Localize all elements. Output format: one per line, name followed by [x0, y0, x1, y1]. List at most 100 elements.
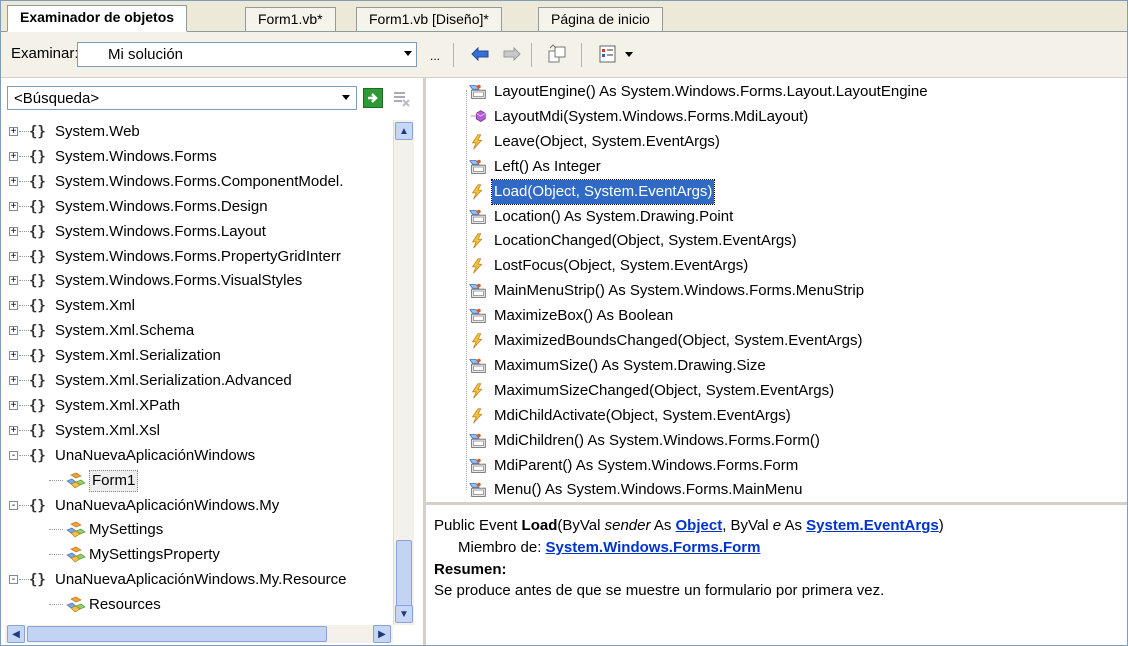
- link-eventargs[interactable]: EventArgs: [864, 517, 939, 534]
- description-pane: Public Event Load(ByVal sender As Object…: [426, 505, 1127, 645]
- link-windows[interactable]: Windows: [603, 539, 669, 556]
- link-form[interactable]: Form: [723, 539, 761, 556]
- tree-item-class[interactable]: MySettingsProperty: [5, 543, 393, 567]
- clear-search-button[interactable]: [391, 88, 411, 108]
- tree-item-namespace[interactable]: + {} System.Xml: [5, 294, 393, 318]
- tab-form1-code[interactable]: Form1.vb*: [245, 7, 336, 31]
- tree-line: [19, 305, 29, 306]
- sig-param-e: e: [772, 517, 782, 534]
- namespace-icon: {}: [29, 224, 46, 240]
- back-button[interactable]: [469, 43, 491, 65]
- search-input[interactable]: <Búsqueda>: [7, 86, 357, 110]
- link-system[interactable]: System: [806, 517, 859, 534]
- tree-line: [19, 280, 29, 281]
- member-label: LostFocus(Object, System.EventArgs): [494, 257, 749, 274]
- sig-open: (ByVal: [557, 517, 605, 534]
- expand-icon[interactable]: +: [9, 252, 18, 262]
- scroll-down-button[interactable]: ▼: [395, 605, 413, 623]
- sig-as: As: [781, 517, 807, 534]
- link-forms[interactable]: Forms: [673, 539, 719, 556]
- expand-icon[interactable]: +: [9, 326, 18, 336]
- expand-icon[interactable]: +: [9, 152, 18, 162]
- tree-item-namespace[interactable]: + {} System.Windows.Forms.Design: [5, 195, 393, 219]
- objects-tree: + {} System.Web + {} System.Windows.Forms + {} S…: [5, 120, 393, 625]
- search-placeholder: <Búsqueda>: [14, 90, 100, 107]
- tree-item-namespace[interactable]: + {} System.Xml.XPath: [5, 394, 393, 418]
- settings-dropdown-icon[interactable]: [625, 52, 633, 57]
- tree-item-class[interactable]: MySettings: [5, 518, 393, 542]
- scroll-right-button[interactable]: ▶: [373, 625, 391, 643]
- member-label: Left() As Integer: [494, 158, 601, 175]
- tree-horizontal-scrollbar[interactable]: ◀ ▶: [5, 625, 393, 643]
- expand-icon[interactable]: +: [9, 351, 18, 361]
- tab-start-page[interactable]: Página de inicio: [538, 7, 663, 31]
- expand-icon[interactable]: +: [9, 426, 18, 436]
- expand-icon[interactable]: +: [9, 376, 18, 386]
- expand-icon[interactable]: +: [9, 301, 18, 311]
- tree-line: [466, 90, 467, 490]
- member-label: LayoutEngine() As System.Windows.Forms.L…: [494, 83, 928, 100]
- tree-item-namespace[interactable]: + {} System.Windows.Forms.Layout: [5, 220, 393, 244]
- expand-icon[interactable]: +: [9, 401, 18, 411]
- tree-item-namespace[interactable]: + {} System.Xml.Xsl: [5, 419, 393, 443]
- tree-line: [19, 579, 29, 580]
- scroll-left-button[interactable]: ◀: [7, 625, 25, 643]
- tree-item-label: UnaNuevaAplicaciónWindows.My.Resource: [55, 571, 347, 588]
- collapse-icon[interactable]: -: [9, 575, 18, 585]
- tree-item-namespace[interactable]: - {} UnaNuevaAplicaciónWindows: [5, 444, 393, 468]
- method-icon: [470, 110, 486, 122]
- tree-line: [49, 529, 63, 530]
- tree-item-label: MySettingsProperty: [89, 546, 220, 563]
- scroll-thumb[interactable]: [396, 540, 412, 612]
- tree-line: [19, 181, 29, 182]
- expand-icon[interactable]: +: [9, 276, 18, 286]
- tree-line: [49, 480, 63, 481]
- tree-item-namespace[interactable]: + {} System.Windows.Forms.ComponentModel.: [5, 170, 393, 194]
- member-label: MaximizedBoundsChanged(Object, System.Ev…: [494, 332, 863, 349]
- browse-scope-dropdown[interactable]: Mi solución: [77, 42, 417, 67]
- namespace-icon: {}: [29, 174, 46, 190]
- event-icon: [471, 258, 483, 274]
- tree-item-namespace[interactable]: + {} System.Windows.Forms.PropertyGridInte…: [5, 245, 393, 269]
- tree-item-namespace[interactable]: + {} System.Xml.Schema: [5, 319, 393, 343]
- tree-item-namespace[interactable]: + {} System.Windows.Forms.VisualStyles: [5, 269, 393, 293]
- tab-object-browser[interactable]: Examinador de objetos: [7, 5, 188, 32]
- tree-item-namespace[interactable]: + {} System.Xml.Serialization.Advanced: [5, 369, 393, 393]
- event-icon: [471, 333, 483, 349]
- link-object[interactable]: Object: [676, 517, 723, 534]
- forward-button[interactable]: [501, 43, 523, 65]
- expand-icon[interactable]: +: [9, 127, 18, 137]
- search-button[interactable]: [363, 88, 383, 108]
- tree-item-label: Form1: [89, 470, 139, 492]
- tree-item-namespace[interactable]: + {} System.Windows.Forms: [5, 145, 393, 169]
- tree-item-namespace[interactable]: - {} UnaNuevaAplicaciónWindows.My: [5, 494, 393, 518]
- tree-item-namespace[interactable]: + {} System.Xml.Serialization: [5, 344, 393, 368]
- collapse-icon[interactable]: -: [9, 451, 18, 461]
- tree-item-namespace[interactable]: + {} System.Web: [5, 120, 393, 144]
- tree-item-namespace[interactable]: - {} UnaNuevaAplicaciónWindows.My.Resource: [5, 568, 393, 592]
- add-reference-button[interactable]: [546, 43, 568, 65]
- expand-icon[interactable]: +: [9, 202, 18, 212]
- collapse-icon[interactable]: -: [9, 501, 18, 511]
- browse-ellipsis-button[interactable]: ...: [424, 45, 446, 67]
- hscroll-thumb[interactable]: [27, 626, 327, 642]
- expand-icon[interactable]: +: [9, 177, 18, 187]
- namespace-icon: {}: [29, 323, 46, 339]
- property-icon: [469, 209, 486, 224]
- tree-item-label: System.Xml.Schema: [55, 322, 195, 339]
- property-icon: [469, 458, 486, 473]
- back-arrow-icon: [471, 47, 489, 61]
- settings-button[interactable]: [597, 43, 619, 65]
- tree-item-class[interactable]: Resources: [5, 593, 393, 617]
- toolbar-separator: [531, 43, 532, 67]
- member-label: Location() As System.Drawing.Point: [494, 208, 734, 225]
- member-label: MaximizeBox() As Boolean: [494, 307, 674, 324]
- link-system[interactable]: System: [546, 539, 599, 556]
- scroll-up-button[interactable]: ▲: [395, 122, 413, 140]
- expand-icon[interactable]: +: [9, 227, 18, 237]
- members-list: LayoutEngine() As System.Windows.Forms.L…: [426, 78, 1127, 505]
- tab-form1-design[interactable]: Form1.vb [Diseño]*: [356, 7, 502, 31]
- tree-vertical-scrollbar[interactable]: ▲ ▼: [393, 120, 414, 625]
- tree-item-class[interactable]: Form1: [5, 469, 393, 493]
- namespace-icon: {}: [29, 149, 46, 165]
